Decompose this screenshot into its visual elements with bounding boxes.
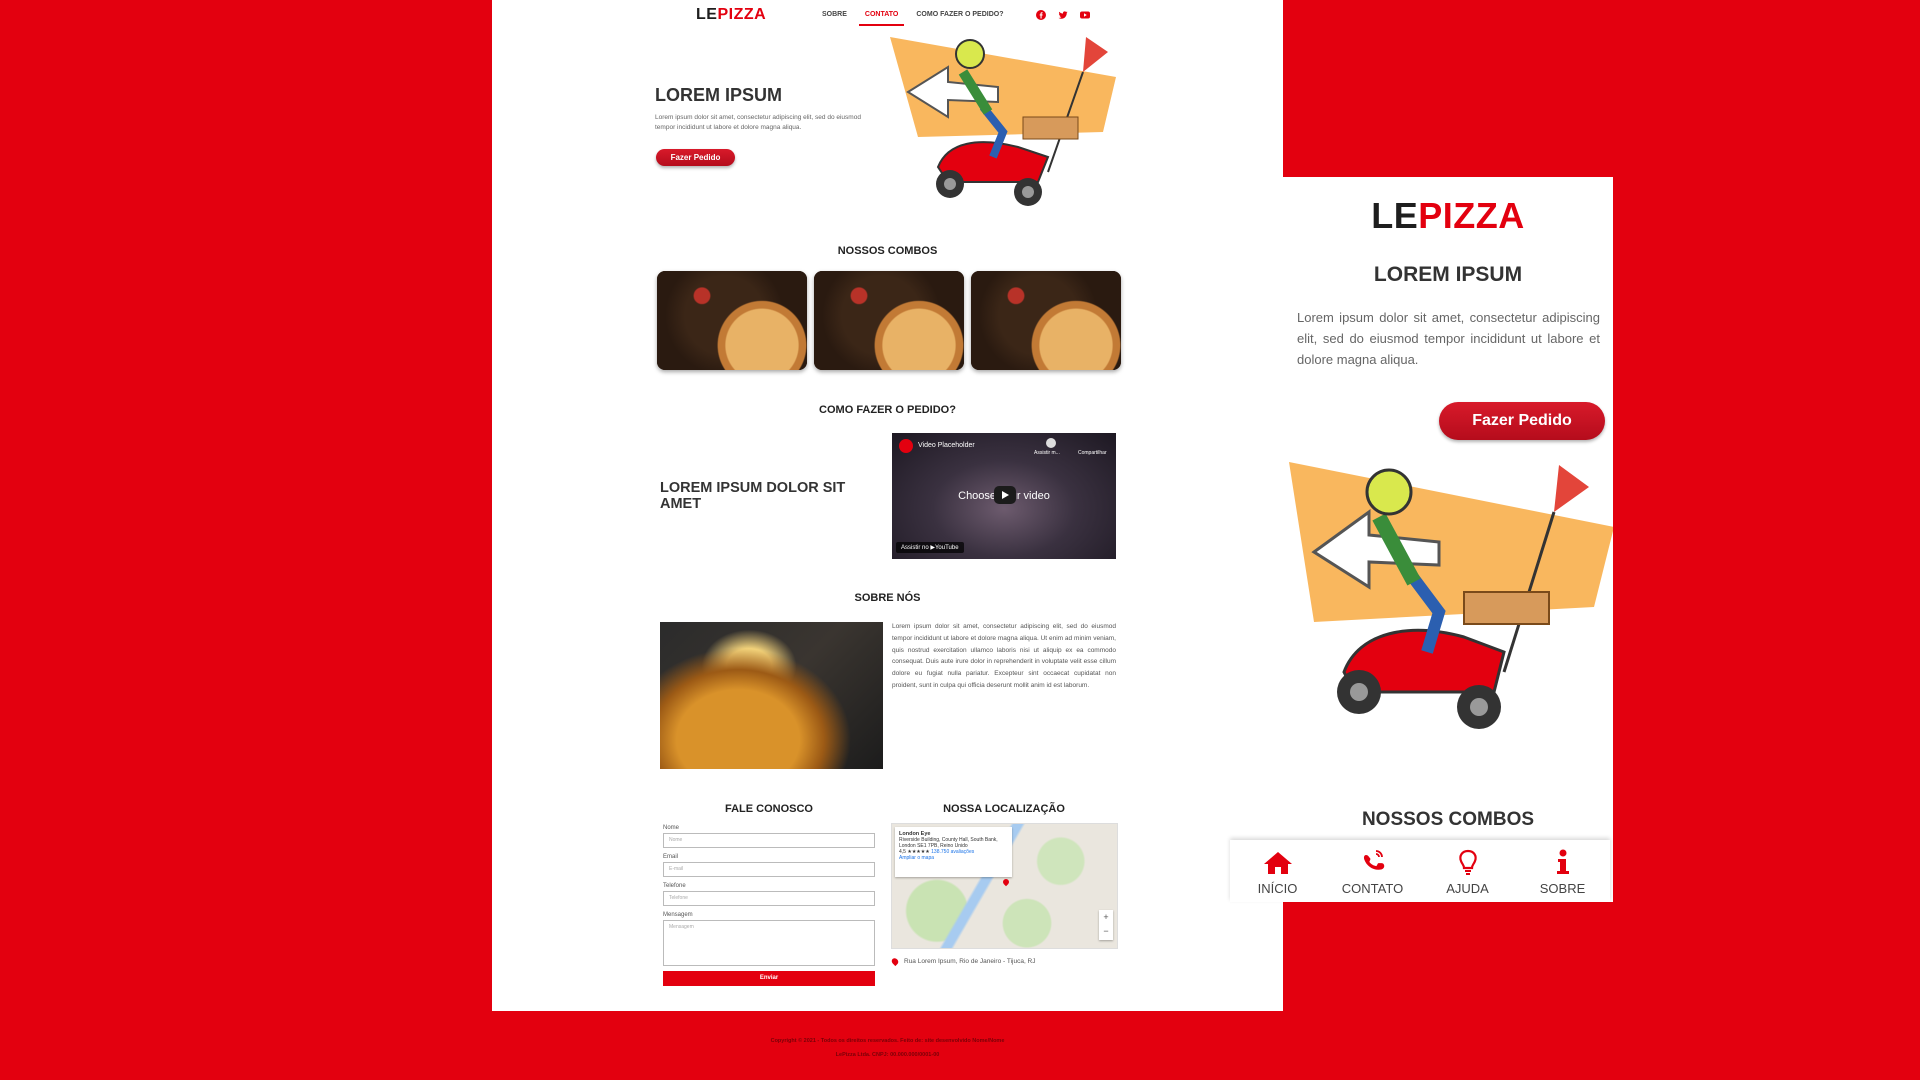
send-button[interactable]: Enviar [663,971,875,986]
info-icon [1518,847,1608,875]
map-zoom-control[interactable]: + − [1099,910,1113,940]
phone-field[interactable]: Telefone [663,891,875,906]
map-place-address: Riverside Building, County Hall, South B… [899,837,998,849]
name-label: Nome [663,825,680,831]
pizza-photo [660,622,883,769]
nav-item-contato[interactable]: CONTATO [858,11,905,26]
mobile-hero-text: Lorem ipsum dolor sit amet, consectetur … [1297,310,1600,367]
address-text: Rua Lorem Ipsum, Rio de Janeiro - Tijuca… [904,958,1036,965]
tab-label: AJUDA [1446,880,1489,896]
tab-label: CONTATO [1341,880,1404,896]
nav-item-sobre[interactable]: SOBRE [822,11,847,26]
share-label[interactable]: Compartilhar [1078,450,1107,456]
location-title: NOSSA LOCALIZAÇÃO [943,803,1065,815]
email-label: Email [663,854,679,860]
location-pin-icon [890,956,900,967]
delivery-scooter-illustration [890,37,1116,206]
logo-pizza: PIZZA [1418,195,1525,236]
mobile-tab-bar: INÍCIO CONTATO AJUDA SOBRE [1230,840,1610,902]
pizza-image [971,271,1121,370]
map-pin-icon [1001,877,1011,887]
contact-form: Nome Nome Email E-mail Telefone Telefone… [663,822,877,986]
about-text: Lorem ipsum dolor sit amet, consectetur … [892,623,1116,689]
pizza-image [814,271,964,370]
social-links [1036,7,1090,20]
tab-inicio[interactable]: INÍCIO [1233,847,1323,896]
tab-contato[interactable]: CONTATO [1328,847,1418,896]
nav-item-como-fazer[interactable]: COMO FAZER O PEDIDO? [916,11,1003,26]
footer-company: LePizza Ltda. CNPJ: 00.000.000/0001-00 [835,1052,940,1058]
pizza-image [657,271,807,370]
tab-sobre[interactable]: SOBRE [1518,847,1608,896]
how-to-order-title: COMO FAZER O PEDIDO? [819,404,956,416]
name-field[interactable]: Nome [663,833,875,848]
address: Rua Lorem Ipsum, Rio de Janeiro - Tijuca… [890,956,1036,967]
watch-on-youtube[interactable]: Assistir no ▶YouTube [896,542,964,553]
phone-label: Telefone [663,883,686,889]
channel-icon [899,439,913,453]
map-enlarge-link[interactable]: Ampliar o mapa [899,855,934,861]
logo[interactable]: LEPIZZA [696,6,766,24]
video-title: Video Placeholder [918,442,975,449]
play-icon[interactable] [994,486,1016,504]
combo-card[interactable] [657,271,807,370]
contact-title: FALE CONOSCO [724,803,813,815]
map-embed[interactable]: London Eye Riverside Building, County Ha… [891,823,1118,949]
footer-copyright: Copyright © 2021 - Todos os direitos res… [770,1038,1005,1044]
combo-card[interactable] [814,271,964,370]
map-info-card: London Eye Riverside Building, County Ha… [895,827,1012,877]
logo-pizza: PIZZA [717,6,767,23]
footer: Copyright © 2021 - Todos os direitos res… [492,1034,1283,1062]
video-embed[interactable]: Video Placeholder Assistir m... Comparti… [892,433,1116,559]
tab-label: INÍCIO [1257,880,1298,896]
mobile-mockup: LEPIZZA LOREM IPSUM Lorem ipsum dolor si… [1283,177,1613,902]
order-button[interactable]: Fazer Pedido [656,149,735,166]
home-icon [1233,847,1323,875]
map-reviews-link[interactable]: 138.750 avaliações [931,849,974,855]
hero-text: Lorem ipsum dolor sit amet, consectetur … [655,114,861,131]
mobile-order-button[interactable]: Fazer Pedido [1439,402,1605,440]
mobile-logo[interactable]: LEPIZZA [1283,195,1613,237]
watch-later-icon[interactable] [1046,438,1056,448]
email-field[interactable]: E-mail [663,862,875,877]
mobile-hero-title: LOREM IPSUM [1373,263,1523,286]
tab-ajuda[interactable]: AJUDA [1423,847,1513,896]
facebook-icon[interactable] [1036,7,1046,20]
mobile-combos-title: NOSSOS COMBOS [1361,809,1535,830]
tab-label: SOBRE [1539,880,1586,896]
desktop-mockup: LEPIZZA SOBRE CONTATO COMO FAZER O PEDID… [492,0,1283,1011]
how-to-order-text: LOREM IPSUM DOLOR SIT AMET [660,480,846,512]
youtube-icon[interactable] [1080,7,1090,19]
watch-later-label: Assistir m... [1034,450,1060,456]
nav-menu: SOBRE CONTATO COMO FAZER O PEDIDO? [822,11,1003,26]
phone-icon [1328,847,1418,875]
logo-le: LE [1371,195,1419,236]
message-field[interactable]: Mensagem [663,920,875,966]
hero-title: LOREM IPSUM [655,85,783,105]
about-title: SOBRE NÓS [854,592,921,604]
combo-card[interactable] [971,271,1121,370]
logo-le: LE [696,6,718,23]
twitter-icon[interactable] [1058,7,1068,19]
combos-title: NOSSOS COMBOS [837,245,938,257]
message-label: Mensagem [663,912,693,918]
delivery-scooter-illustration [1289,462,1613,729]
lightbulb-icon [1423,847,1513,875]
top-nav: LEPIZZA SOBRE CONTATO COMO FAZER O PEDID… [492,0,1283,30]
